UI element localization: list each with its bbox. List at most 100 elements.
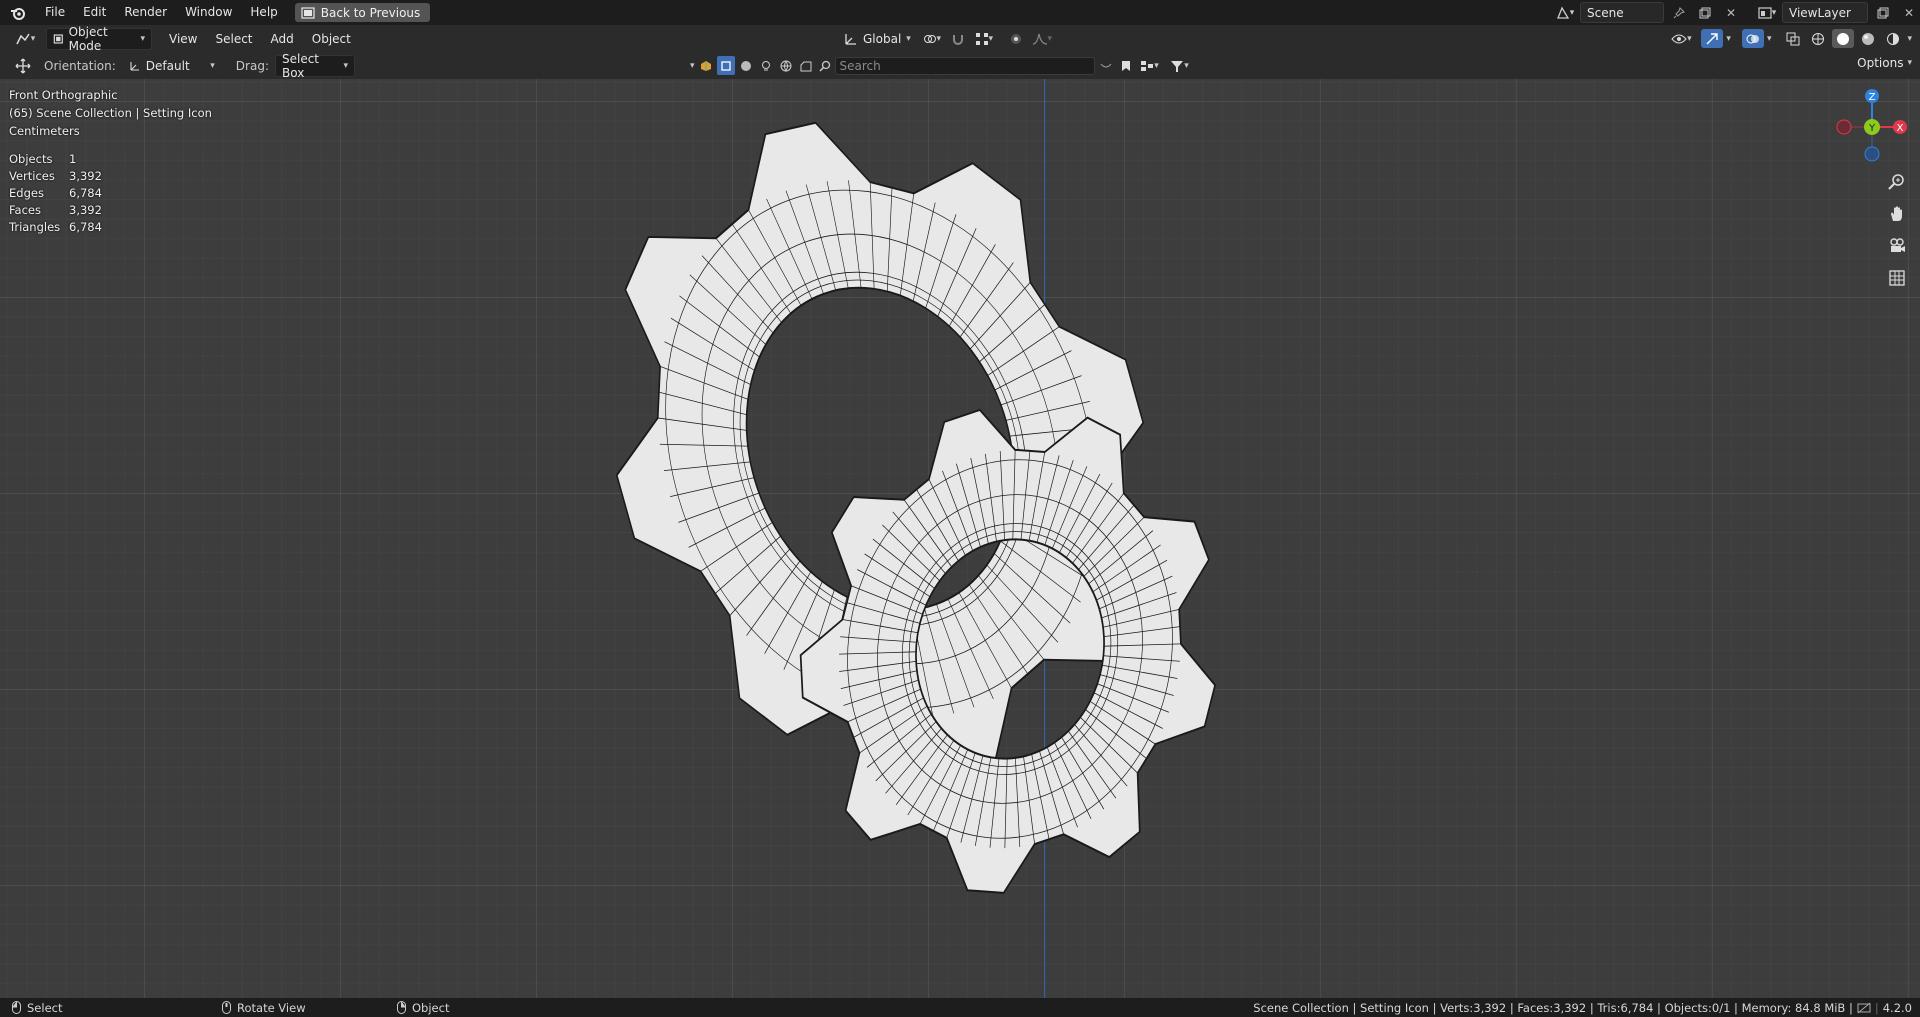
x-axis-label: X <box>1897 123 1904 134</box>
search-icon <box>817 56 833 75</box>
snap-toggle-icon[interactable] <box>947 30 969 49</box>
menu-file[interactable]: File <box>36 0 74 25</box>
status-object-hint: Object <box>397 1001 597 1015</box>
falloff-icon[interactable]: ▾ <box>1031 30 1053 49</box>
drag-dropdown[interactable]: Select Box ▾ <box>274 52 355 80</box>
rendered-shading-icon[interactable] <box>1882 29 1904 48</box>
viewport-header: ▾ Object Mode ▾ View Select Add Object G… <box>0 25 1920 53</box>
view-layer-field[interactable]: ViewLayer <box>1782 2 1868 23</box>
overlays-toggle-icon[interactable] <box>1741 29 1764 48</box>
material-shading-icon[interactable] <box>1857 29 1879 48</box>
new-scene-icon[interactable] <box>1694 3 1716 22</box>
camera-view-icon[interactable] <box>1884 233 1910 259</box>
perspective-toggle-icon[interactable] <box>1884 265 1910 291</box>
back-to-previous-button[interactable]: Back to Previous <box>294 3 431 22</box>
delete-scene-icon[interactable]: ✕ <box>1720 3 1742 22</box>
menu-render[interactable]: Render <box>115 0 176 25</box>
global-axes-icon <box>845 34 856 45</box>
object-mode-icon <box>53 34 63 44</box>
solid-shading-icon[interactable] <box>1832 29 1855 48</box>
transform-orientation-dropdown[interactable]: Global ▾ <box>838 29 917 49</box>
neg-z-axis-handle[interactable] <box>1864 146 1880 162</box>
material-filter-icon[interactable] <box>737 56 755 75</box>
scene-name-field[interactable]: Scene <box>1580 2 1664 23</box>
status-object-label: Object <box>412 1000 450 1015</box>
filter-funnel-icon[interactable]: ▾ <box>1165 56 1195 75</box>
tool-settings-bar: Orientation: Default ▾ Drag: Select Box … <box>0 52 1920 80</box>
status-select-label: Select <box>27 1000 63 1015</box>
status-rotate-hint: Rotate View <box>222 1001 422 1015</box>
scene-icon[interactable]: ▾ <box>1554 3 1576 22</box>
status-info: Scene Collection | Setting Icon | Verts:… <box>1253 1000 1912 1015</box>
select-mode-icon[interactable] <box>716 56 735 75</box>
orientation-label: Orientation: <box>44 59 116 73</box>
filter-collapse-icon[interactable]: ▾ <box>690 61 695 71</box>
menu-window[interactable]: Window <box>176 0 241 25</box>
editor-type-icon[interactable]: ▾ <box>10 30 40 49</box>
object-type-mesh-icon[interactable] <box>697 56 715 75</box>
stat-label: Edges <box>9 186 44 200</box>
menu-select[interactable]: Select <box>206 32 261 46</box>
stat-row: Edges 6,784 <box>9 185 102 202</box>
options-label: Options <box>1857 56 1904 70</box>
back-to-previous-label: Back to Previous <box>320 5 421 20</box>
screen-icon <box>301 6 315 19</box>
no-gpu-icon <box>1857 1002 1871 1013</box>
move-tool-icon[interactable] <box>12 57 34 76</box>
stat-label: Triangles <box>9 220 61 234</box>
world-filter-icon[interactable] <box>777 56 795 75</box>
wireframe-shading-icon[interactable] <box>1807 29 1829 48</box>
middle-mouse-icon <box>222 1001 231 1014</box>
proportional-edit-icon[interactable] <box>1005 30 1027 49</box>
light-filter-icon[interactable] <box>757 56 775 75</box>
new-view-layer-icon[interactable] <box>1872 3 1894 22</box>
search-input[interactable]: Search <box>834 56 1095 75</box>
menu-edit[interactable]: Edit <box>74 0 115 25</box>
delete-view-layer-icon[interactable]: ✕ <box>1898 3 1920 22</box>
orientation-dropdown[interactable]: Default ▾ <box>121 55 222 77</box>
pin-icon[interactable] <box>1668 3 1690 22</box>
stat-value: 6,784 <box>69 220 102 234</box>
y-axis-label: Y <box>1868 123 1876 134</box>
3d-viewport[interactable]: Front Orthographic (65) Scene Collection… <box>0 79 1920 998</box>
xray-toggle-icon[interactable] <box>1782 29 1804 48</box>
snap-target-icon[interactable]: ▾ <box>973 30 995 49</box>
navigation-tools <box>1884 169 1910 291</box>
neg-x-axis-handle[interactable] <box>1836 119 1852 135</box>
status-bar: Select Rotate View Object Scene Collecti… <box>0 998 1920 1017</box>
pan-hand-icon[interactable] <box>1884 201 1910 227</box>
display-mode-icon[interactable]: ▾ <box>1137 56 1163 75</box>
right-mouse-icon <box>397 1001 406 1014</box>
blender-logo-icon[interactable] <box>0 5 36 21</box>
stat-row: Objects 1 <box>9 151 102 168</box>
view-layer-icon[interactable]: ▾ <box>1756 3 1778 22</box>
navigation-gizmo[interactable]: Z X Y <box>1820 79 1920 179</box>
menu-object[interactable]: Object <box>303 32 360 46</box>
filter-invert-icon[interactable] <box>1097 56 1115 75</box>
view-layer-value: ViewLayer <box>1789 5 1851 20</box>
menu-add[interactable]: Add <box>262 32 303 46</box>
scene-filter-icon[interactable] <box>797 56 815 75</box>
search-placeholder: Search <box>839 58 881 73</box>
mode-dropdown[interactable]: Object Mode ▾ <box>46 25 152 53</box>
stat-label: Objects <box>9 152 53 166</box>
stat-label: Faces <box>9 203 41 217</box>
left-mouse-icon <box>12 1001 21 1014</box>
stat-row: Faces 3,392 <box>9 202 102 219</box>
bookmark-icon[interactable] <box>1117 56 1135 75</box>
gizmo-toggle-icon[interactable] <box>1701 29 1724 48</box>
menu-view[interactable]: View <box>160 32 206 46</box>
status-select-hint: Select <box>12 1001 212 1015</box>
pivot-point-icon[interactable]: ▾ <box>921 30 943 49</box>
top-right-controls: ▾ Scene ✕ ▾ ViewLayer ✕ <box>1554 0 1920 25</box>
version-label: 4.2.0 <box>1882 1000 1912 1015</box>
drag-value: Select Box <box>281 52 320 80</box>
status-rotate-label: Rotate View <box>237 1000 306 1015</box>
orientation-axes-icon <box>130 62 139 71</box>
visibility-icon[interactable]: ▾ <box>1670 29 1692 48</box>
view-name: Front Orthographic <box>9 88 118 102</box>
options-dropdown[interactable]: Options ▾ <box>1857 56 1912 70</box>
zoom-icon[interactable] <box>1884 169 1910 195</box>
menu-help[interactable]: Help <box>241 0 286 25</box>
gear-mesh[interactable] <box>0 79 1920 998</box>
